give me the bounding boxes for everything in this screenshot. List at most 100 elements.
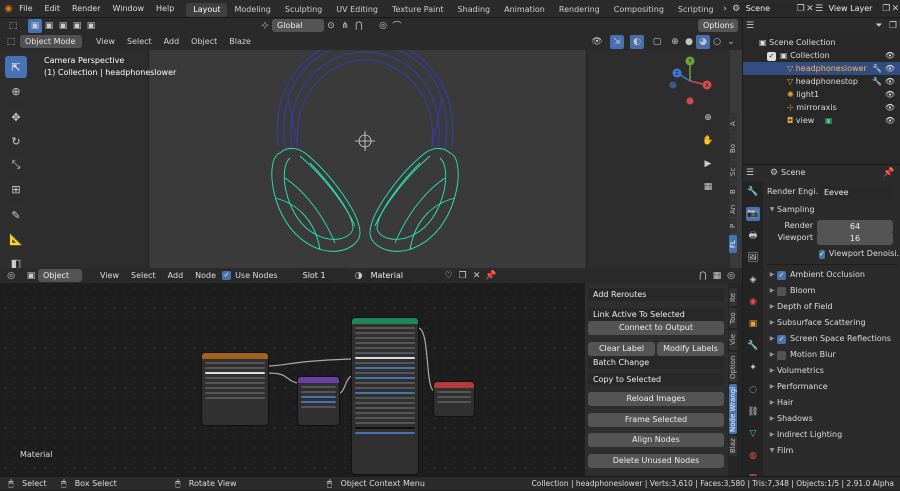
- sidetab-fl[interactable]: FL: [729, 235, 737, 253]
- overlay-icon[interactable]: ◎: [724, 269, 738, 283]
- eye-icon[interactable]: 👁: [885, 75, 895, 88]
- material-tab-icon[interactable]: ◍: [746, 449, 760, 463]
- sampling-panel-header[interactable]: ▼ Sampling: [767, 202, 897, 218]
- panel-ambient-occlusion[interactable]: ▶ ✓ Ambient Occlusion: [767, 267, 897, 283]
- shader-type-dropdown[interactable]: Object: [38, 269, 82, 282]
- sidetab-options[interactable]: Option: [729, 352, 737, 382]
- data-tab-icon[interactable]: ▽: [746, 427, 760, 441]
- move-tool-icon[interactable]: ✥: [5, 106, 27, 128]
- tab-layout[interactable]: Layout: [186, 2, 228, 17]
- menu-render[interactable]: Render: [66, 0, 106, 18]
- viewport-menu-object[interactable]: Object: [185, 33, 223, 50]
- panel-screen-space-reflections[interactable]: ▶ ✓ Screen Space Reflections: [767, 331, 897, 347]
- sidetab-sc[interactable]: Sc: [729, 161, 737, 183]
- menu-file[interactable]: File: [13, 0, 38, 18]
- node-menu-node[interactable]: Node: [189, 268, 222, 283]
- zoom-icon[interactable]: ⊕: [701, 111, 715, 125]
- orientation-dropdown[interactable]: Global: [272, 19, 324, 32]
- sidetab-tool[interactable]: Too: [729, 308, 737, 328]
- panel-shadows[interactable]: ▶ Shadows: [767, 411, 897, 427]
- tool-tab-icon[interactable]: 🔧: [746, 185, 760, 199]
- material-output-node[interactable]: [434, 382, 474, 416]
- transform-tool-icon[interactable]: ⊞: [5, 178, 27, 200]
- mode-intersect-icon[interactable]: ▣: [84, 19, 98, 33]
- viewport-samples-field[interactable]: 16: [817, 231, 893, 245]
- viewport-denoise-row[interactable]: ✓ Viewport Denoisi...: [767, 246, 900, 262]
- shading-rendered-icon[interactable]: ○: [710, 35, 724, 49]
- sidetab-bo[interactable]: Bo: [729, 137, 737, 159]
- navigation-gizmo[interactable]: Y X Z: [665, 55, 715, 107]
- snap-icon[interactable]: ⋂: [696, 269, 710, 283]
- viewport-menu-blaze[interactable]: Blaze: [223, 33, 257, 50]
- snap-icon[interactable]: ⋔: [338, 19, 352, 33]
- editor-type-icon[interactable]: ◎: [4, 269, 18, 283]
- panel-checkbox[interactable]: [777, 350, 786, 360]
- scene-tab-icon[interactable]: ◈: [746, 273, 760, 287]
- hand-icon[interactable]: ✋: [701, 134, 715, 148]
- chevron-down-icon[interactable]: ⌄: [724, 35, 738, 49]
- world-tab-icon[interactable]: ◉: [746, 295, 760, 309]
- tab-texture-paint[interactable]: Texture Paint: [385, 3, 451, 17]
- tab-animation[interactable]: Animation: [497, 3, 552, 17]
- object-tab-icon[interactable]: ▣: [746, 317, 760, 331]
- viewport-denoise-checkbox[interactable]: ✓: [819, 249, 825, 259]
- panel-performance[interactable]: ▶ Performance: [767, 379, 897, 395]
- menu-help[interactable]: Help: [150, 0, 180, 18]
- panel-volumetrics[interactable]: ▶ Volumetrics: [767, 363, 897, 379]
- mode-dropdown[interactable]: Object Mode: [20, 35, 82, 48]
- mode-subtract-icon[interactable]: ▣: [56, 19, 70, 33]
- fake-user-icon[interactable]: ♡: [442, 269, 456, 283]
- sidetab-b[interactable]: B: [729, 185, 737, 199]
- delete-unused-button[interactable]: Delete Unused Nodes: [588, 454, 724, 468]
- frame-selected-button[interactable]: Frame Selected: [588, 413, 724, 427]
- annotate-tool-icon[interactable]: ✎: [5, 204, 27, 226]
- node-menu-add[interactable]: Add: [162, 268, 190, 283]
- options-dropdown[interactable]: Options: [698, 19, 738, 32]
- constraints-tab-icon[interactable]: ⛓: [746, 405, 760, 419]
- pin-icon[interactable]: 📌: [882, 166, 896, 180]
- new-collection-icon[interactable]: ❐: [886, 19, 900, 33]
- blender-logo-icon[interactable]: ◉: [4, 2, 13, 16]
- tab-compositing[interactable]: Compositing: [607, 3, 671, 17]
- connect-output-button[interactable]: Connect to Output: [588, 321, 724, 335]
- node-menu-view[interactable]: View: [94, 268, 125, 283]
- shading-wireframe-icon[interactable]: ⊕: [668, 35, 682, 49]
- sidetab-p[interactable]: P: [729, 219, 737, 233]
- mode-new-icon[interactable]: ▣: [28, 18, 42, 33]
- sidetab-view[interactable]: Vie: [729, 330, 737, 350]
- render-tab-icon[interactable]: 📷: [746, 207, 760, 221]
- editor-type-icon[interactable]: ☰: [743, 166, 757, 180]
- outliner-item[interactable]: ▽ headphonestop 🔧 👁: [743, 75, 900, 88]
- panel-bloom[interactable]: ▶ Bloom: [767, 283, 897, 299]
- viewport-menu-select[interactable]: Select: [121, 33, 158, 50]
- slot-dropdown[interactable]: Slot 1: [297, 269, 348, 282]
- eye-icon[interactable]: 👁: [885, 88, 895, 101]
- link-active-dropdown[interactable]: Link Active To Selected: [588, 308, 724, 321]
- chevron-right-icon[interactable]: ›: [720, 2, 729, 16]
- overlay-icon[interactable]: ◐: [630, 34, 644, 49]
- panel-depth-of-field[interactable]: ▶ Depth of Field: [767, 299, 897, 315]
- menu-edit[interactable]: Edit: [39, 0, 67, 18]
- rotate-tool-icon[interactable]: ↻: [5, 130, 27, 152]
- principled-bsdf-node[interactable]: [352, 318, 418, 474]
- tab-sculpting[interactable]: Sculpting: [278, 3, 329, 17]
- new-material-icon[interactable]: ❐: [456, 269, 470, 283]
- tab-uv-editing[interactable]: UV Editing: [329, 3, 385, 17]
- editor-type-icon[interactable]: ☰: [743, 19, 757, 33]
- measure-tool-icon[interactable]: 📐: [5, 228, 27, 250]
- sidetab-blaze[interactable]: Blaz: [729, 436, 737, 456]
- panel-motion-blur[interactable]: ▶ Motion Blur: [767, 347, 897, 363]
- panel-checkbox[interactable]: [777, 286, 786, 296]
- material-field[interactable]: Material: [365, 269, 442, 282]
- panel-film[interactable]: ▼ Film: [767, 443, 897, 459]
- outliner-collection[interactable]: ✓ ▣ Collection 👁: [743, 49, 900, 62]
- pin-icon[interactable]: 📌: [484, 269, 498, 283]
- modifier-tab-icon[interactable]: 🔧: [746, 339, 760, 353]
- render-samples-field[interactable]: 64: [817, 219, 893, 233]
- tab-rendering[interactable]: Rendering: [552, 3, 607, 17]
- 3d-viewport[interactable]: Camera Perspective (1) Collection | head…: [0, 33, 742, 268]
- shading-material-icon[interactable]: ◕: [696, 34, 710, 49]
- eye-icon[interactable]: 👁: [885, 114, 895, 127]
- new-view-layer-icon[interactable]: ❐: [882, 2, 891, 16]
- view-layer-field[interactable]: View Layer: [823, 2, 882, 15]
